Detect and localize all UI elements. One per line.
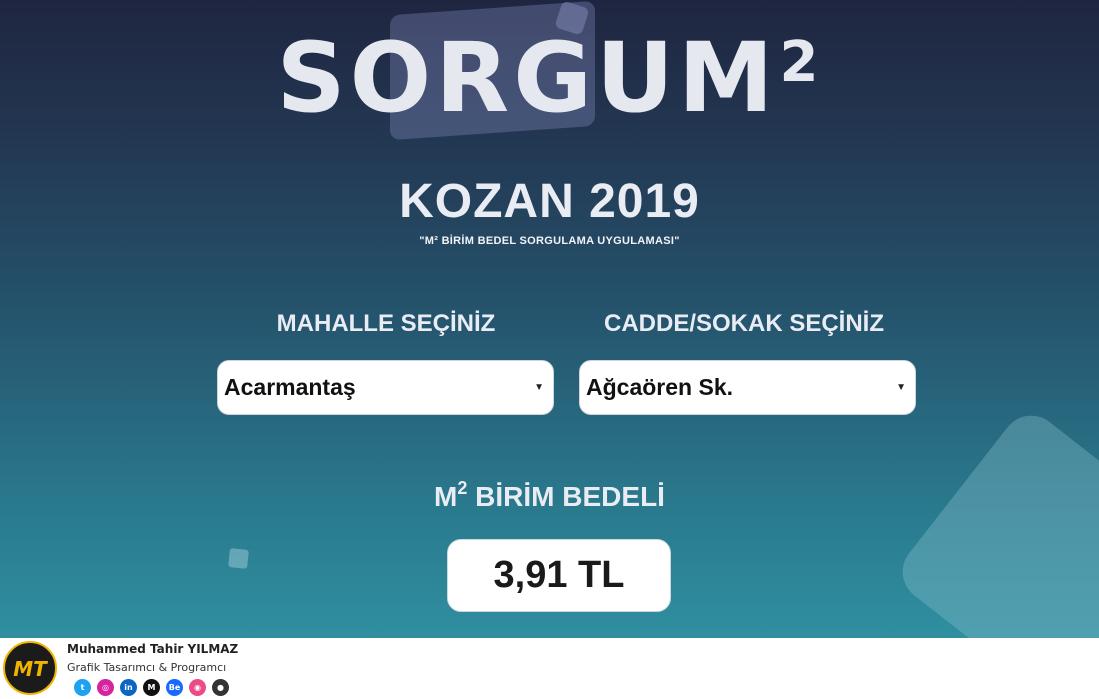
twitter-icon[interactable]: t xyxy=(74,679,91,696)
author-monogram-logo: MT xyxy=(13,657,48,681)
page-title: KOZAN 2019 xyxy=(399,175,700,228)
decorative-shape xyxy=(890,403,1099,638)
neighborhood-label: MAHALLE SEÇİNİZ xyxy=(276,310,496,337)
main-stage: SORGUM2 KOZAN 2019 "M² BİRİM BEDEL SORGU… xyxy=(0,0,1099,638)
decorative-shape xyxy=(228,548,249,569)
dribbble-icon[interactable]: ◉ xyxy=(189,679,206,696)
street-select[interactable]: Ağcaören Sk. ▼ xyxy=(579,360,916,415)
author-name: Muhammed Tahir YILMAZ xyxy=(67,642,239,656)
unit-price-label-prefix: M xyxy=(434,481,458,512)
social-links: t ◎ in M Be ◉ ● xyxy=(74,679,229,696)
chevron-down-icon: ▼ xyxy=(534,382,544,393)
app-logo: SORGUM2 xyxy=(0,30,1099,126)
instagram-icon[interactable]: ◎ xyxy=(97,679,114,696)
neighborhood-select[interactable]: Acarmantaş ▼ xyxy=(217,360,554,415)
github-icon[interactable]: ● xyxy=(212,679,229,696)
unit-price-label: M2 BİRİM BEDELİ xyxy=(0,478,1099,513)
unit-price-result: 3,91 TL xyxy=(447,539,671,612)
unit-price-label-sup: 2 xyxy=(457,478,468,498)
logo-text: SORGUM xyxy=(276,22,778,134)
street-selected-value: Ağcaören Sk. xyxy=(586,374,733,400)
footer: MT Muhammed Tahir YILMAZ Grafik Tasarımc… xyxy=(0,638,1099,699)
linkedin-icon[interactable]: in xyxy=(120,679,137,696)
chevron-down-icon: ▼ xyxy=(896,382,906,393)
svg-text:MT: MT xyxy=(13,657,48,681)
unit-price-value: 3,91 TL xyxy=(493,554,625,596)
behance-icon[interactable]: Be xyxy=(166,679,183,696)
unit-price-label-suffix: BİRİM BEDELİ xyxy=(467,481,665,512)
page-subtitle: "M² BİRİM BEDEL SORGULAMA UYGULAMASI" xyxy=(419,235,680,247)
medium-icon[interactable]: M xyxy=(143,679,160,696)
author-role: Grafik Tasarımcı & Programcı xyxy=(67,661,227,674)
street-label: CADDE/SOKAK SEÇİNİZ xyxy=(603,310,885,337)
avatar: MT xyxy=(3,641,57,695)
neighborhood-selected-value: Acarmantaş xyxy=(224,374,356,400)
logo-superscript: 2 xyxy=(779,30,823,95)
